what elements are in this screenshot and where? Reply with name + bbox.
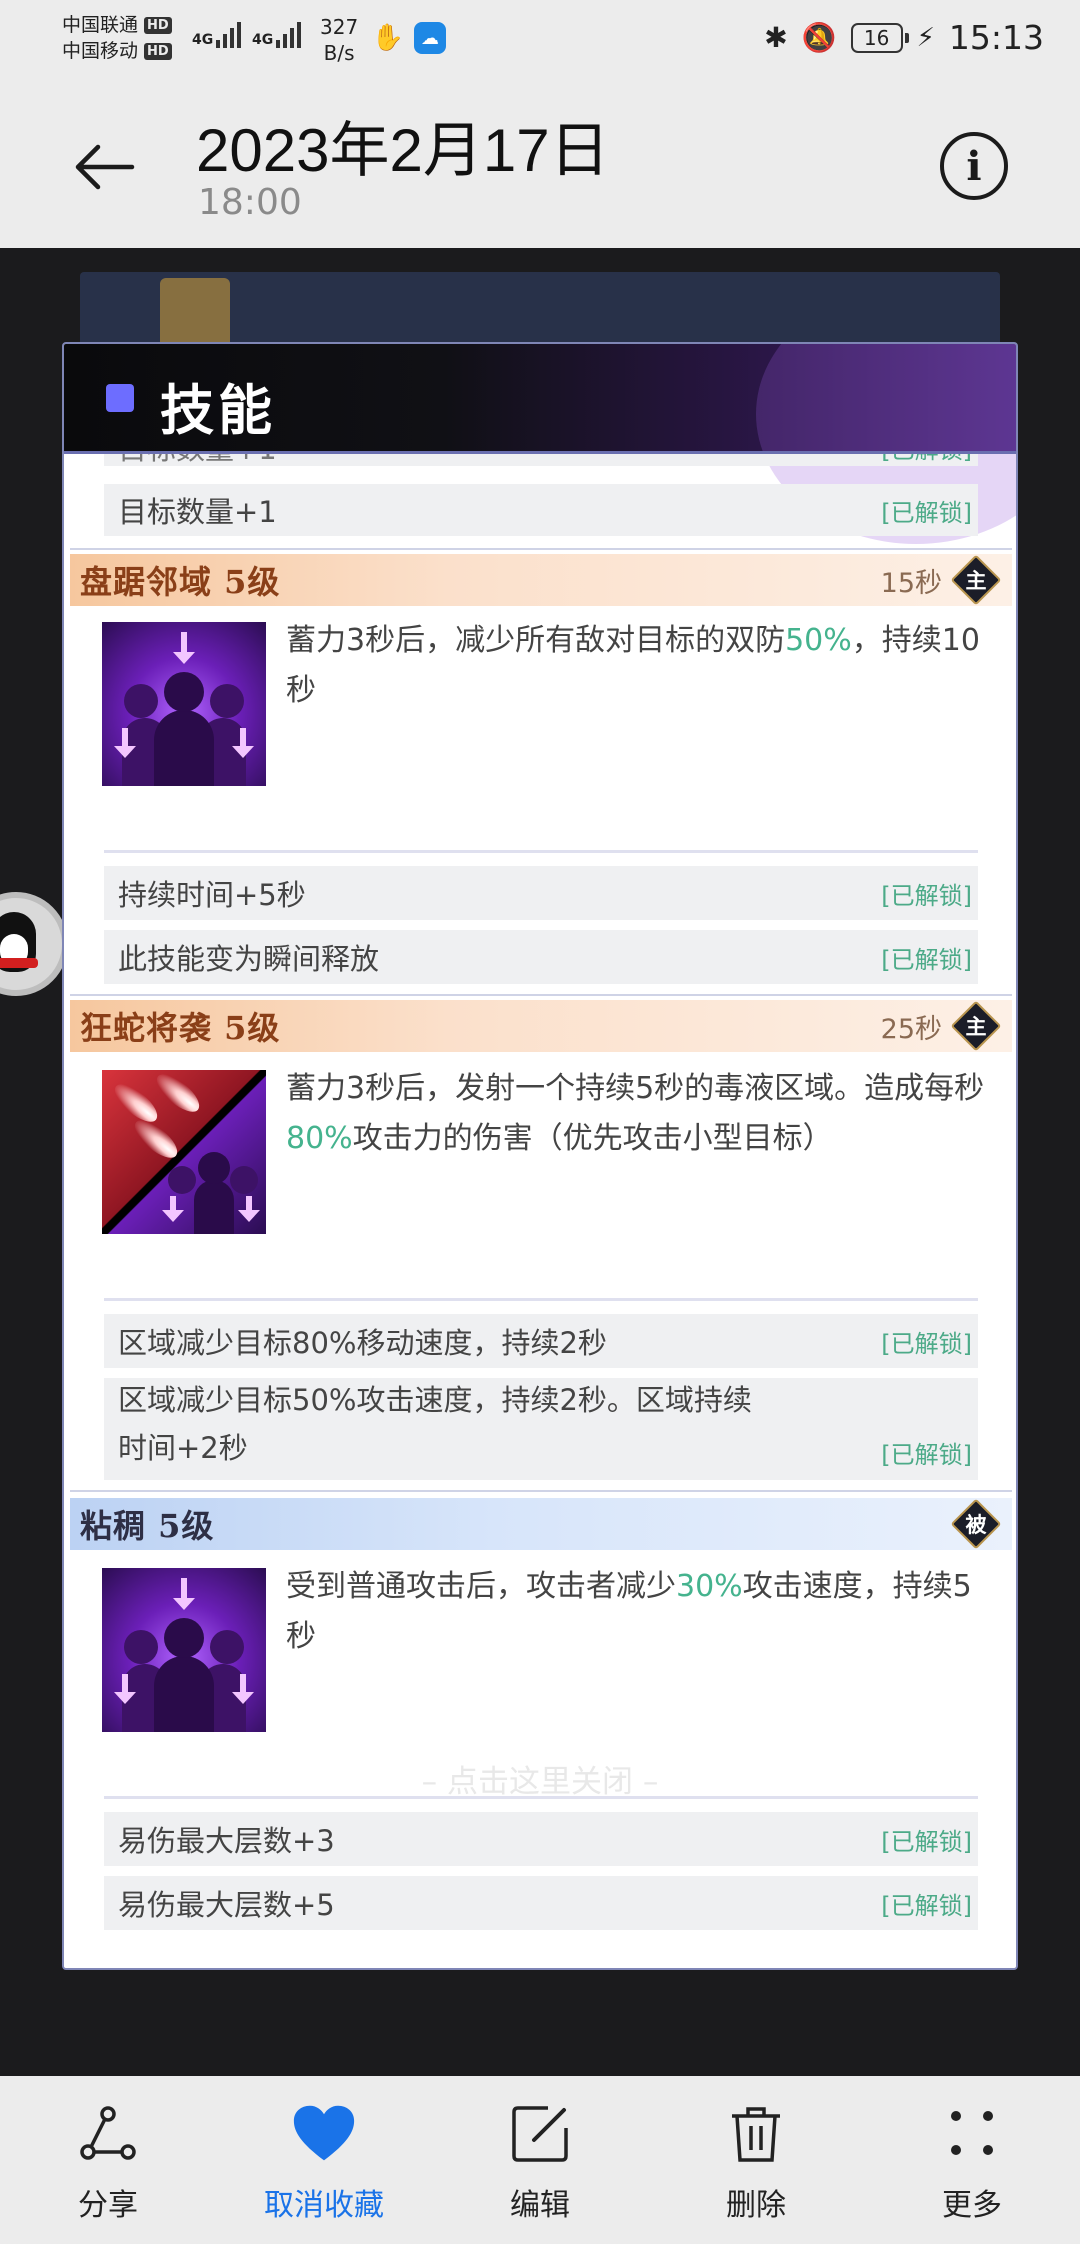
unfavorite-label: 取消收藏	[264, 2188, 384, 2223]
heart-icon	[292, 2102, 356, 2166]
upgrade-text: 区域减少目标50%攻击速度，持续2秒。区域持续 时间+2秒	[118, 1383, 752, 1465]
upgrade-text: 目标数量+1	[118, 495, 277, 529]
signal-icon: 4G	[192, 22, 242, 48]
share-button[interactable]: 分享	[0, 2076, 216, 2244]
more-label: 更多	[942, 2188, 1002, 2223]
panel-header: 技能	[64, 344, 1016, 544]
info-icon: i	[966, 142, 982, 190]
page-subtitle: 18:00	[198, 182, 302, 223]
skill-name: 粘稠 5级	[80, 1507, 215, 1545]
upgrade-row: 此技能变为瞬间释放 [已解锁]	[104, 930, 978, 984]
background-image	[160, 278, 230, 348]
trash-icon	[724, 2102, 788, 2166]
upgrade-row: 持续时间+5秒 [已解锁]	[104, 866, 978, 920]
status-right: ✱ 🔕 16 ⚡ 15:13	[764, 18, 1044, 57]
unlock-status: [已解锁]	[881, 1329, 972, 1358]
bottom-toolbar: 分享 取消收藏 编辑 删除 更多	[0, 2076, 1080, 2244]
clock: 15:13	[948, 18, 1044, 57]
info-button[interactable]: i	[940, 132, 1008, 200]
status-bar: 中国联通 HD 中国移动 HD 4G 4G 327 B/s ✋ ☁ ✱ 🔕 16 ⚡…	[0, 0, 1080, 80]
hd-badge: HD	[144, 42, 172, 60]
hand-icon: ✋	[371, 22, 405, 54]
weather-icon: ☁	[414, 22, 446, 54]
unlock-status: [已解锁]	[881, 454, 972, 465]
skill-icon	[102, 1070, 266, 1234]
back-button[interactable]	[70, 132, 140, 202]
unlock-status: [已解锁]	[881, 498, 972, 527]
title-square-icon	[106, 384, 134, 412]
upgrade-text: 易伤最大层数+5	[118, 1888, 335, 1922]
delete-button[interactable]: 删除	[648, 2076, 864, 2244]
carrier-info: 中国联通 HD 中国移动 HD	[62, 12, 172, 64]
skill-icon	[102, 1568, 266, 1732]
active-badge-icon: 主	[954, 558, 998, 602]
passive-badge-icon: 被	[954, 1502, 998, 1546]
edit-button[interactable]: 编辑	[432, 2076, 648, 2244]
upgrade-text: 持续时间+5秒	[118, 878, 306, 912]
upgrade-row: 目标数量+1 [已解锁]	[104, 484, 978, 536]
skill-list[interactable]: 目标数量+1 [已解锁] 目标数量+1 [已解锁] 盘踞邻域 5级 15秒 主	[64, 454, 1016, 1968]
unlock-status: [已解锁]	[881, 945, 972, 974]
cooldown: 15秒	[880, 567, 942, 599]
mute-icon: 🔕	[801, 21, 837, 54]
photo-header: 2023年2月17日 18:00 i	[0, 80, 1080, 248]
unlock-status: [已解锁]	[881, 1827, 972, 1856]
net-speed: 327 B/s	[320, 15, 359, 65]
upgrade-row: 易伤最大层数+3 [已解锁]	[104, 1812, 978, 1866]
close-hint[interactable]: – 点击这里关闭 –	[0, 1756, 1080, 1801]
skill-header: 盘踞邻域 5级 15秒 主	[70, 554, 1012, 606]
panel-title: 技能	[160, 379, 276, 442]
more-button[interactable]: 更多	[864, 2076, 1080, 2244]
skill-header: 粘稠 5级 被	[70, 1498, 1012, 1550]
edit-label: 编辑	[510, 2188, 570, 2223]
unlock-status: [已解锁]	[881, 1891, 972, 1920]
skill-description: 蓄力3秒后，发射一个持续5秒的毒液区域。造成每秒80%攻击力的伤害（优先攻击小型…	[286, 1071, 985, 1156]
battery-icon: 16	[850, 22, 909, 53]
carrier-2: 中国移动	[62, 40, 139, 62]
upgrade-row: 易伤最大层数+5 [已解锁]	[104, 1876, 978, 1930]
edit-icon	[508, 2102, 572, 2166]
unfavorite-button[interactable]: 取消收藏	[216, 2076, 432, 2244]
skill-description: 受到普通攻击后，攻击者减少30%攻击速度，持续5秒	[286, 1569, 972, 1654]
upgrade-row: 区域减少目标80%移动速度，持续2秒 [已解锁]	[104, 1314, 978, 1368]
skill-icon	[102, 622, 266, 786]
unlock-status: [已解锁]	[881, 1441, 972, 1469]
carrier-1: 中国联通	[62, 14, 139, 36]
signal-icon: 4G	[252, 22, 302, 48]
upgrade-row: 目标数量+1 [已解锁]	[104, 454, 978, 466]
upgrade-text: 区域减少目标80%移动速度，持续2秒	[118, 1326, 607, 1360]
share-icon	[76, 2102, 140, 2166]
cooldown: 25秒	[880, 1013, 942, 1045]
skill-description: 蓄力3秒后，减少所有敌对目标的双防50%，持续10秒	[286, 623, 980, 708]
back-arrow-icon	[75, 144, 135, 190]
upgrade-text: 此技能变为瞬间释放	[118, 942, 380, 976]
hd-badge: HD	[144, 16, 172, 34]
more-icon	[940, 2102, 1004, 2166]
upgrade-text: 目标数量+1	[118, 454, 277, 468]
qq-floating-icon[interactable]	[0, 892, 68, 996]
share-label: 分享	[78, 2188, 138, 2223]
skill-name: 盘踞邻域 5级	[80, 563, 281, 601]
skill-name: 狂蛇将袭 5级	[80, 1009, 281, 1047]
upgrade-text: 易伤最大层数+3	[118, 1824, 335, 1858]
charging-icon: ⚡	[916, 22, 935, 53]
skill-header: 狂蛇将袭 5级 25秒 主	[70, 1000, 1012, 1052]
active-badge-icon: 主	[954, 1004, 998, 1048]
unlock-status: [已解锁]	[881, 881, 972, 910]
bluetooth-icon: ✱	[764, 21, 788, 54]
upgrade-row: 区域减少目标50%攻击速度，持续2秒。区域持续 时间+2秒 [已解锁]	[104, 1378, 978, 1480]
delete-label: 删除	[726, 2188, 786, 2223]
photo-view[interactable]: 技能 目标数量+1 [已解锁] 目标数量+1 [已解锁] 盘踞邻域 5级 15秒…	[0, 248, 1080, 2076]
skill-panel: 技能 目标数量+1 [已解锁] 目标数量+1 [已解锁] 盘踞邻域 5级 15秒…	[62, 342, 1018, 1970]
page-title: 2023年2月17日	[196, 117, 610, 184]
